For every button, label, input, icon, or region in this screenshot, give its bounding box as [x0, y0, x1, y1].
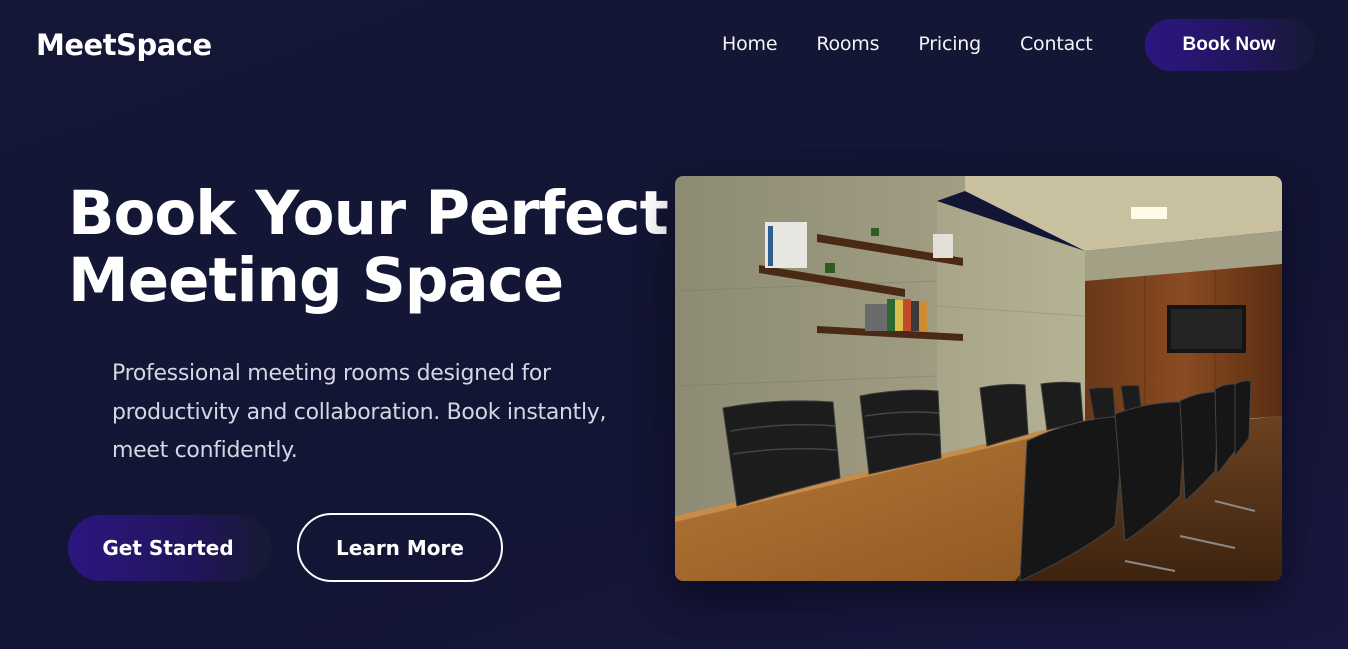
nav-link-home[interactable]: Home — [722, 33, 778, 55]
book-now-button[interactable]: Book Now — [1145, 19, 1315, 71]
meeting-room-photo — [675, 176, 1282, 581]
hero-subtitle: Professional meeting rooms designed for … — [112, 361, 607, 463]
hero-title-line-1: Book Your Perfect — [68, 178, 669, 249]
nav-links: Home Rooms Pricing Contact — [722, 33, 1132, 55]
hero-title: Book Your Perfect Meeting Space — [68, 178, 669, 316]
get-started-button[interactable]: Get Started — [68, 515, 272, 581]
hero-title-line-2: Meeting Space — [68, 245, 564, 316]
brand-logo[interactable]: MeetSpace — [36, 28, 212, 62]
nav-link-rooms[interactable]: Rooms — [816, 33, 879, 55]
nav-link-pricing[interactable]: Pricing — [918, 33, 981, 55]
top-navigation: MeetSpace Home Rooms Pricing Contact Boo… — [0, 0, 1348, 92]
nav-link-contact[interactable]: Contact — [1020, 33, 1093, 55]
learn-more-button[interactable]: Learn More — [297, 513, 503, 582]
